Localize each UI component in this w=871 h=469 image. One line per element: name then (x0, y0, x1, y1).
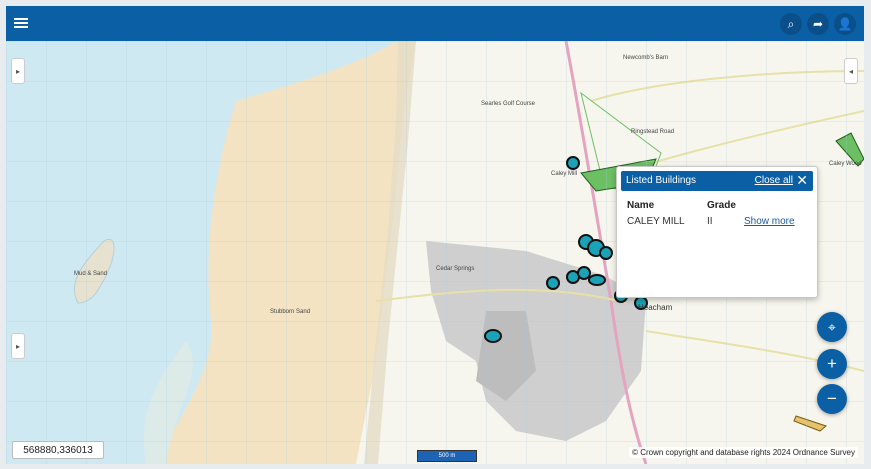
search-button[interactable]: ⌕ (780, 13, 802, 35)
place-label: Stubborn Sand (270, 309, 311, 315)
locate-icon: ⌖ (828, 318, 836, 335)
place-label: Mud & Sand (74, 271, 108, 277)
place-label: Ringstead Road (631, 129, 675, 135)
column-header-grade: Grade (707, 200, 736, 211)
close-icon[interactable]: ✕ (796, 172, 808, 188)
place-label: Searles Golf Course (481, 101, 536, 107)
close-all-link[interactable]: Close all (755, 175, 793, 186)
zoom-in-button[interactable]: + (817, 349, 847, 379)
place-label: Newcomb's Barn (623, 55, 669, 61)
show-more-link[interactable]: Show more (744, 216, 795, 227)
coordinate-readout: 568880,336013 (12, 441, 104, 459)
popup-header: Listed Buildings Close all ✕ (621, 171, 813, 191)
chevron-left-icon: ◂ (848, 66, 853, 76)
expand-left-panel[interactable]: ▸ (11, 58, 25, 84)
building-grade: II (707, 216, 713, 227)
expand-bottom-left-panel[interactable]: ▸ (11, 333, 25, 359)
popup-title: Listed Buildings (626, 175, 697, 186)
share-button[interactable]: ➦ (807, 13, 829, 35)
locate-button[interactable]: ⌖ (817, 312, 847, 342)
place-label: Cedar Springs (436, 266, 475, 272)
share-icon: ➦ (812, 17, 824, 31)
account-icon: 👤 (837, 17, 853, 31)
attribution: © Crown copyright and database rights 20… (629, 447, 858, 458)
listed-buildings-popup: Listed Buildings Close all ✕ Name Grade … (616, 166, 818, 298)
chevron-right-icon: ▸ (15, 66, 20, 76)
menu-icon[interactable] (14, 16, 28, 30)
town-label: Heacham (638, 303, 673, 312)
map-app: ⌕ ➦ 👤 Stubborn Sand Mud & Sand Cedar Spr… (6, 6, 864, 464)
expand-right-panel[interactable]: ◂ (844, 58, 858, 84)
zoom-out-button[interactable]: − (817, 384, 847, 414)
place-label: Caley Mill (551, 171, 578, 177)
chevron-right-icon: ▸ (15, 341, 20, 351)
top-bar: ⌕ ➦ 👤 (6, 6, 864, 41)
column-header-name: Name (627, 200, 655, 211)
scale-bar: 500 m (417, 450, 477, 462)
account-button[interactable]: 👤 (834, 13, 856, 35)
building-name: CALEY MILL (627, 216, 685, 227)
map-canvas[interactable]: Stubborn Sand Mud & Sand Cedar Springs S… (6, 41, 864, 464)
search-icon: ⌕ (787, 16, 795, 31)
place-label: Caley Wood (829, 161, 862, 167)
